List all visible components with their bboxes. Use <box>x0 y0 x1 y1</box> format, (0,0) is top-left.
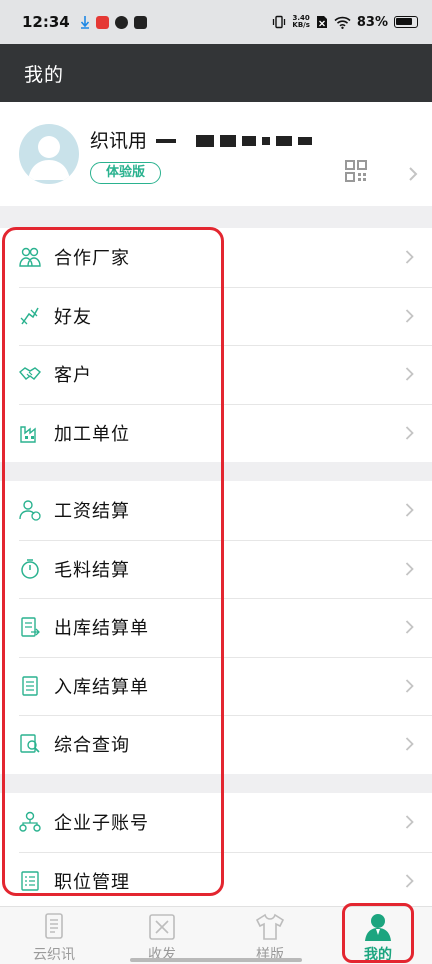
menu-item-customers[interactable]: 客户 <box>0 345 432 404</box>
menu-item-friends[interactable]: 好友 <box>0 286 432 346</box>
tab-label: 我的 <box>364 947 392 963</box>
redacted-name <box>156 135 312 147</box>
menu-item-position-management[interactable]: 职位管理 <box>0 851 432 911</box>
menu-item-salary-settlement[interactable]: 工资结算 <box>0 481 432 540</box>
sub-account-icon <box>19 812 41 832</box>
tab-cloud-zhixun[interactable]: 云织讯 <box>0 907 108 964</box>
message-icon <box>133 15 147 29</box>
handshake-icon <box>19 367 41 381</box>
menu-item-comprehensive-query[interactable]: 综合查询 <box>0 715 432 774</box>
net-speed: 3.40 KB/s <box>292 15 309 29</box>
battery-icon <box>394 16 418 28</box>
menu-item-label: 客户 <box>54 365 92 387</box>
inbound-icon <box>22 676 38 696</box>
menu-item-label: 加工单位 <box>54 423 130 445</box>
profile-card[interactable]: 织讯用 体验版 <box>0 102 432 206</box>
net-speed-unit: KB/s <box>292 21 310 29</box>
menu-item-outbound-statement[interactable]: 出库结算单 <box>0 598 432 657</box>
tab-send-receive[interactable]: 收发 <box>108 907 216 964</box>
avatar-icon <box>28 136 70 180</box>
menu-item-label: 入库结算单 <box>54 676 149 698</box>
menu-item-partners[interactable]: 合作厂家 <box>0 228 432 287</box>
chevron-right-icon <box>405 503 414 517</box>
menu-item-label: 综合查询 <box>54 735 130 757</box>
menu-item-label: 出库结算单 <box>54 618 149 640</box>
chevron-right-icon <box>409 167 418 181</box>
wifi-icon <box>334 16 351 29</box>
home-indicator[interactable] <box>130 958 302 962</box>
menu-item-label: 合作厂家 <box>54 248 130 270</box>
partners-icon <box>19 248 41 267</box>
account-section: 企业子账号 职位管理 <box>0 793 432 910</box>
factory-icon <box>20 426 36 443</box>
chevron-right-icon <box>405 679 414 693</box>
user-icon <box>365 914 391 941</box>
outbound-icon <box>21 617 40 637</box>
chevron-right-icon <box>405 309 414 323</box>
tab-mine[interactable]: 我的 <box>324 907 432 964</box>
vibrate-icon <box>273 15 286 29</box>
plan-badge: 体验版 <box>90 162 161 184</box>
menu-item-label: 职位管理 <box>54 871 130 893</box>
document-icon <box>45 913 63 939</box>
no-sim-icon <box>316 16 327 28</box>
chevron-right-icon <box>405 562 414 576</box>
send-receive-icon <box>149 914 175 940</box>
chevron-right-icon <box>405 815 414 829</box>
status-bar: 12:34 3.40 KB/s 83% <box>0 0 432 44</box>
menu-item-label: 毛料结算 <box>54 559 130 581</box>
chevron-right-icon <box>405 367 414 381</box>
download-icon <box>80 16 89 29</box>
menu-item-label: 工资结算 <box>54 501 130 523</box>
chevron-right-icon <box>405 620 414 634</box>
user-name: 织讯用 <box>90 130 148 152</box>
settlement-section: 工资结算 毛料结算 出库结算单 入库结算单 综合查询 <box>0 481 432 774</box>
page-title: 我的 <box>24 63 65 86</box>
bottom-nav: 云织讯 收发 样版 我的 <box>0 906 432 964</box>
status-time: 12:34 <box>22 13 70 31</box>
partners-section: 合作厂家 好友 客户 加工单位 <box>0 228 432 462</box>
menu-item-label: 企业子账号 <box>54 813 149 835</box>
menu-item-sub-accounts[interactable]: 企业子账号 <box>0 793 432 852</box>
friends-icon <box>20 307 39 325</box>
chevron-right-icon <box>405 250 414 264</box>
menu-item-processing-units[interactable]: 加工单位 <box>0 403 432 463</box>
query-icon <box>20 734 40 753</box>
menu-item-inbound-statement[interactable]: 入库结算单 <box>0 656 432 716</box>
qr-code-icon[interactable] <box>345 160 367 182</box>
status-right: 3.40 KB/s 83% <box>272 15 418 30</box>
tab-samples[interactable]: 样版 <box>216 907 324 964</box>
app-header: 我的 <box>0 44 432 102</box>
menu-item-wool-settlement[interactable]: 毛料结算 <box>0 539 432 599</box>
salary-icon <box>19 500 41 521</box>
timer-icon <box>21 559 39 579</box>
app-notification-icon <box>95 15 109 29</box>
tab-label: 云织讯 <box>33 947 75 963</box>
notification-icons <box>80 15 147 29</box>
chevron-right-icon <box>405 426 414 440</box>
chevron-right-icon <box>405 874 414 888</box>
position-icon <box>21 871 39 891</box>
menu-item-label: 好友 <box>54 306 92 328</box>
battery-percent: 83% <box>356 14 388 30</box>
sync-icon <box>114 15 128 29</box>
avatar[interactable] <box>19 124 79 184</box>
chevron-right-icon <box>405 737 414 751</box>
shirt-icon <box>255 913 285 940</box>
